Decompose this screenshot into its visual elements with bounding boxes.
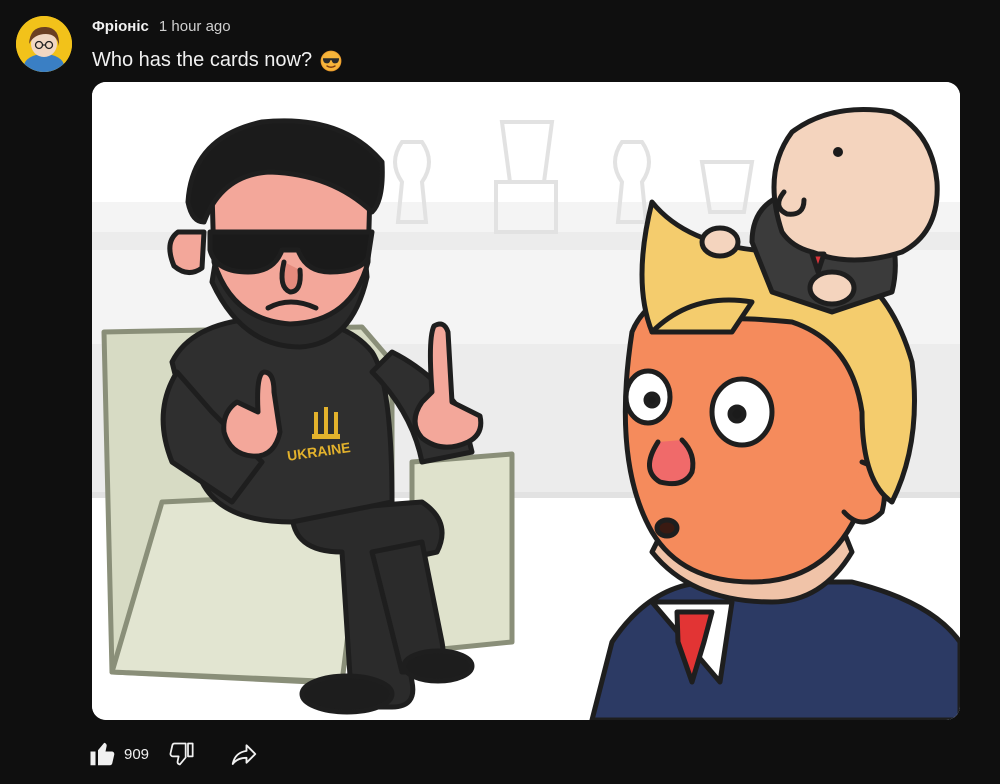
like-button[interactable]: 909 (88, 739, 167, 769)
share-button[interactable] (229, 739, 259, 769)
author-avatar[interactable] (16, 16, 72, 72)
avatar-image (16, 16, 72, 72)
share-arrow-icon (231, 744, 257, 765)
comment-text: Who has the cards now? (92, 49, 342, 72)
thumbs-up-icon (90, 742, 115, 766)
comment-image[interactable]: UKRAINE (92, 82, 960, 720)
like-count: 909 (124, 745, 150, 763)
cartoon-illustration: UKRAINE (92, 82, 960, 720)
comment-text-body: Who has the cards now? (92, 49, 313, 71)
author-name[interactable]: Фріоніс (92, 18, 149, 35)
sunglasses-emoji-icon (320, 50, 342, 71)
comment-timestamp[interactable]: 1 hour ago (159, 18, 231, 35)
thumbs-down-icon (169, 742, 194, 766)
comment-header: Фріоніс 1 hour ago (92, 18, 231, 35)
dislike-button[interactable] (167, 740, 195, 768)
comment-actions: 909 (88, 738, 259, 770)
